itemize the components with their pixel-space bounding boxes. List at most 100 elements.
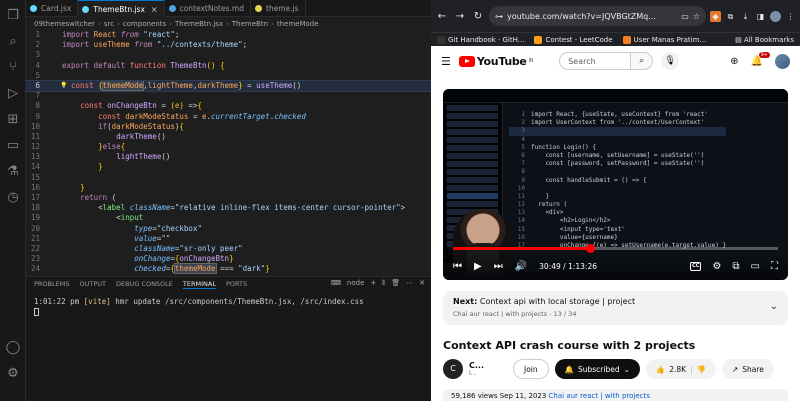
breadcrumb-item[interactable]: src <box>104 20 114 28</box>
back-icon[interactable]: ← <box>435 11 449 22</box>
code-line[interactable]: 5 <box>26 71 431 81</box>
remote-explorer-icon[interactable]: ▭ <box>5 138 21 154</box>
code-line[interactable]: 10 if(darkModeStatus){ <box>26 122 431 132</box>
code-line[interactable]: 24 checked={themeMode === "dark"} <box>26 263 431 275</box>
bookmark-item[interactable]: Git Handbook · GitH... <box>437 35 524 44</box>
address-bar[interactable]: ⊶ youtube.com/watch?v=JQVBGtZMq... ▭ ☆ <box>489 6 706 26</box>
editor-tab[interactable]: Card.jsx <box>26 0 79 17</box>
miniplayer-icon[interactable]: ⧉ <box>732 261 739 272</box>
profile-avatar[interactable] <box>770 10 781 22</box>
code-line[interactable]: 19 <input <box>26 213 431 223</box>
editor-tab[interactable]: ThemeBtn.jsx × <box>78 0 165 17</box>
progress-bar[interactable] <box>453 244 778 253</box>
explorer-icon[interactable]: ❐ <box>5 8 21 24</box>
voice-search-button[interactable]: 🎙 <box>661 52 680 70</box>
settings-gear-icon[interactable]: ⚙ <box>712 261 721 272</box>
channel-name[interactable]: C... <box>469 361 507 370</box>
terminal[interactable]: 1:01:22 pm [vite] hmr update /src/compon… <box>26 291 431 324</box>
downloads-icon[interactable]: ⤓ <box>740 11 751 22</box>
search-icon[interactable]: ⌕ <box>5 34 21 50</box>
search-input[interactable]: Search <box>559 52 632 70</box>
theater-mode-icon[interactable]: ▭ <box>751 261 760 272</box>
previous-icon[interactable]: ⏮ <box>453 261 462 272</box>
reload-icon[interactable]: ↻ <box>471 11 485 22</box>
next-icon[interactable]: ⏭ <box>494 261 503 272</box>
code-line[interactable]: 23 onChange={onChangeBtn} <box>26 254 431 264</box>
fullscreen-icon[interactable]: ⛶ <box>771 261 778 272</box>
join-button[interactable]: Join <box>513 359 549 379</box>
editor-tab[interactable]: theme.js <box>251 0 306 17</box>
split-terminal-icon[interactable]: ⫴ <box>382 279 385 288</box>
like-button[interactable]: 👍 2.8K | 👎 <box>645 359 716 379</box>
site-info-icon[interactable]: ⊶ <box>495 12 503 21</box>
description-box[interactable]: 59,186 views Sep 11, 2023 Chai aur react… <box>443 389 788 401</box>
thumbs-down-icon[interactable]: 👎 <box>697 365 706 374</box>
terminal-shell-label[interactable]: node <box>347 279 364 288</box>
code-line[interactable]: 7 <box>26 91 431 101</box>
code-line[interactable]: 9 const darkModeStatus = e.currentTarget… <box>26 112 431 122</box>
user-avatar[interactable] <box>775 53 790 69</box>
panel-tab[interactable]: TERMINAL <box>182 280 216 289</box>
notifications-button[interactable]: 🔔 9+ <box>751 51 770 67</box>
next-up-card[interactable]: Next: Context api with local storage | p… <box>443 291 788 325</box>
code-line[interactable]: 13 lightTheme() <box>26 152 431 162</box>
breadcrumb-item[interactable]: 09themeswitcher <box>34 20 95 28</box>
share-button[interactable]: ↗ Share <box>721 359 774 379</box>
code-line[interactable]: 14 } <box>26 162 431 172</box>
code-line[interactable]: 15 <box>26 173 431 183</box>
all-bookmarks[interactable]: ▤ All Bookmarks <box>735 36 794 44</box>
forward-icon[interactable]: → <box>453 11 467 22</box>
code-line[interactable]: 8 const onChangeBtn = (e) =>{ <box>26 101 431 111</box>
code-line[interactable]: 1 import React from "react"; <box>26 30 431 40</box>
playlist-link[interactable]: Chai aur react | with projects <box>549 392 650 400</box>
add-terminal-icon[interactable]: + <box>370 279 376 288</box>
code-line[interactable]: 22 className="sr-only peer" <box>26 244 431 254</box>
volume-icon[interactable]: 🔊 <box>515 261 527 272</box>
lightbulb-icon[interactable]: 💡 <box>60 81 67 91</box>
code-line[interactable]: 11 darkTheme() <box>26 132 431 142</box>
video-player[interactable]: 1 import React, {useState, useContext} fr… <box>443 89 788 280</box>
close-panel-icon[interactable]: ✕ <box>419 279 425 288</box>
more-icon[interactable]: ⋯ <box>406 279 413 288</box>
cast-icon[interactable]: ▭ <box>681 12 689 21</box>
captions-icon[interactable]: CC <box>690 261 702 271</box>
youtube-logo[interactable]: YouTube IN <box>458 55 533 68</box>
trash-icon[interactable]: 🗑 <box>391 279 400 288</box>
subscribed-button[interactable]: 🔔 Subscribed ⌄ <box>554 359 640 379</box>
code-line[interactable]: 16 } <box>26 183 431 193</box>
code-line[interactable]: 20 type="checkbox" <box>26 224 431 234</box>
account-icon[interactable]: ◯ <box>5 340 21 356</box>
code-line[interactable]: 4 export default function ThemeBtn() { <box>26 61 431 71</box>
extensions-icon[interactable]: ⊞ <box>5 112 21 128</box>
code-line[interactable]: 3 <box>26 50 431 60</box>
close-icon[interactable]: × <box>151 5 158 14</box>
code-line[interactable]: 2 import useTheme from "../contexts/theme… <box>26 40 431 50</box>
breadcrumb-item[interactable]: components <box>123 20 166 28</box>
code-editor[interactable]: 1 import React from "react"; 2 import useTh… <box>26 30 431 276</box>
code-line[interactable]: 21 value="" <box>26 234 431 244</box>
code-line[interactable]: 17 return ( <box>26 193 431 203</box>
run-debug-icon[interactable]: ▷ <box>5 86 21 102</box>
channel-avatar[interactable]: C <box>443 359 463 379</box>
code-line[interactable]: 6 💡 const {themeMode,lightTheme,darkTheme… <box>26 79 431 93</box>
panel-tab[interactable]: PORTS <box>226 280 247 288</box>
panel-tab[interactable]: OUTPUT <box>79 280 106 288</box>
play-icon[interactable]: ▶ <box>474 261 482 272</box>
extensions-puzzle-icon[interactable]: ⧉ <box>725 11 736 22</box>
git-graph-icon[interactable]: ◷ <box>5 190 21 206</box>
chevron-down-icon[interactable]: ⌄ <box>770 301 778 312</box>
search-button[interactable]: ⌕ <box>631 52 654 70</box>
breadcrumb-item[interactable]: ThemeBtn <box>232 20 268 28</box>
source-control-icon[interactable]: ⑂ <box>5 60 21 76</box>
panel-tab[interactable]: DEBUG CONSOLE <box>116 280 173 288</box>
code-line[interactable]: 18 <label className="relative inline-fle… <box>26 203 431 213</box>
breadcrumb-item[interactable]: ThemeBtn.jsx <box>175 20 223 28</box>
gear-icon[interactable]: ⚙ <box>5 366 21 382</box>
side-panel-icon[interactable]: ◨ <box>755 11 766 22</box>
metamask-extension-icon[interactable]: ◆ <box>710 10 721 22</box>
code-line[interactable]: 12 }else{ <box>26 142 431 152</box>
bookmark-star-icon[interactable]: ☆ <box>693 12 700 21</box>
create-video-icon[interactable]: ⊕ <box>730 56 738 67</box>
browser-menu-icon[interactable]: ⋮ <box>785 11 796 22</box>
bookmark-item[interactable]: Contest - LeetCode <box>534 35 613 44</box>
